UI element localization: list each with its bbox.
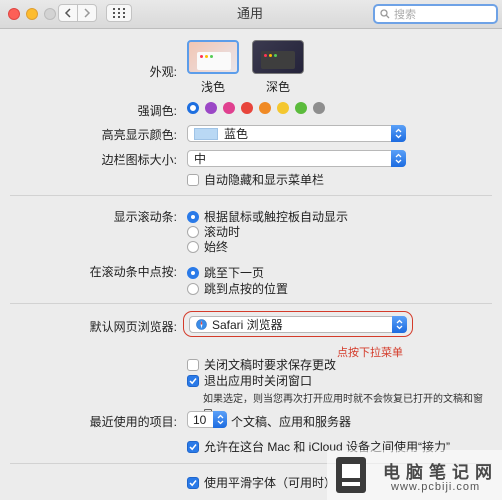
font-smoothing-option[interactable]: 使用平滑字体（可用时）	[187, 474, 336, 491]
default-browser-label: 默认网页浏览器:	[89, 320, 177, 334]
grid-icon	[113, 8, 125, 18]
accent-swatch-purple[interactable]	[205, 102, 217, 114]
accent-swatch-graphite[interactable]	[313, 102, 325, 114]
chevron-right-icon	[84, 8, 91, 18]
watermark-url: www.pcbiji.com	[391, 481, 481, 493]
minimize-window-button[interactable]	[26, 8, 38, 20]
radio-button[interactable]	[187, 266, 199, 279]
title-bar: 通用 搜索	[0, 0, 502, 29]
accent-swatch-green[interactable]	[295, 102, 307, 114]
zoom-window-button[interactable]	[44, 8, 56, 20]
click-scrollbar-spot-label: 跳到点按的位置	[204, 282, 289, 296]
accent-color-row	[187, 102, 325, 114]
watermark: 电脑笔记网 www.pcbiji.com	[327, 450, 502, 500]
accent-label: 强调色:	[137, 104, 177, 118]
chevron-left-icon	[64, 8, 71, 18]
ask-save-changes-label: 关闭文稿时要求保存更改	[204, 358, 337, 372]
click-scrollbar-label: 在滚动条中点按:	[89, 265, 177, 279]
click-scrollbar-next-page-label: 跳至下一页	[204, 266, 265, 280]
light-theme-thumbnail[interactable]	[187, 40, 239, 74]
accent-swatch-yellow[interactable]	[277, 102, 289, 114]
watermark-title: 电脑笔记网	[383, 463, 498, 482]
dark-theme-thumbnail[interactable]	[252, 40, 304, 74]
show-scrollbars-label: 显示滚动条:	[113, 210, 177, 224]
close-windows-option[interactable]: 退出应用时关闭窗口	[187, 372, 312, 389]
popup-arrows-icon	[213, 411, 227, 428]
accent-swatch-orange[interactable]	[259, 102, 271, 114]
search-placeholder: 搜索	[394, 9, 416, 21]
sidebar-icon-size-label: 边栏图标大小:	[101, 153, 177, 167]
highlight-color-swatch	[194, 127, 218, 140]
recent-items-popup[interactable]: 10	[187, 411, 227, 428]
radio-button[interactable]	[187, 282, 199, 295]
close-windows-checkbox[interactable]	[187, 374, 199, 387]
highlight-color-label: 高亮显示颜色:	[101, 128, 177, 142]
search-field[interactable]: 搜索	[373, 4, 498, 24]
window-title: 通用	[236, 6, 263, 21]
accent-swatch-blue[interactable]	[187, 102, 199, 114]
radio-button[interactable]	[187, 210, 199, 223]
auto-hide-menubar-option[interactable]: 自动隐藏和显示菜单栏	[187, 171, 324, 188]
auto-hide-menubar-label: 自动隐藏和显示菜单栏	[204, 173, 325, 187]
radio-button[interactable]	[187, 225, 199, 238]
recent-items-suffix: 个文稿、应用和服务器	[231, 415, 352, 429]
appearance-dark-option[interactable]: 深色	[252, 40, 304, 95]
click-scrollbar-option-spot[interactable]: 跳到点按的位置	[187, 280, 288, 297]
click-scrollbar-option-next-page[interactable]: 跳至下一页	[187, 264, 264, 281]
recent-items-value: 10	[193, 412, 207, 427]
recent-items-label: 最近使用的项目:	[89, 415, 177, 429]
section-divider	[10, 303, 492, 304]
appearance-light-label: 浅色	[200, 80, 225, 94]
ask-save-changes-checkbox[interactable]	[187, 358, 199, 371]
annotation-highlight-box	[183, 311, 413, 337]
scrollbars-option-always-label: 始终	[204, 240, 229, 254]
back-button[interactable]	[58, 4, 78, 22]
search-icon	[380, 9, 390, 19]
appearance-label: 外观:	[149, 65, 177, 79]
close-windows-label: 退出应用时关闭窗口	[204, 374, 313, 388]
radio-button[interactable]	[187, 240, 199, 253]
checkmark-icon	[189, 479, 197, 486]
auto-hide-menubar-checkbox[interactable]	[187, 173, 199, 186]
popup-arrows-icon	[391, 150, 406, 167]
forward-button[interactable]	[77, 4, 97, 22]
appearance-dark-label: 深色	[265, 80, 290, 94]
scrollbars-option-always[interactable]: 始终	[187, 238, 228, 255]
sidebar-icon-size-value: 中	[194, 152, 207, 166]
accent-swatch-pink[interactable]	[223, 102, 235, 114]
show-all-button[interactable]	[106, 4, 132, 22]
close-window-button[interactable]	[8, 8, 20, 20]
watermark-logo-icon	[336, 457, 366, 493]
accent-swatch-red[interactable]	[241, 102, 253, 114]
handoff-checkbox[interactable]	[187, 440, 199, 453]
font-smoothing-label: 使用平滑字体（可用时）	[204, 476, 337, 490]
section-divider	[10, 195, 492, 196]
ask-save-changes-option[interactable]: 关闭文稿时要求保存更改	[187, 356, 336, 373]
checkmark-icon	[189, 443, 197, 450]
highlight-color-popup[interactable]: 蓝色	[187, 125, 406, 142]
popup-arrows-icon	[391, 125, 406, 142]
checkmark-icon	[189, 377, 197, 384]
annotation-text: 点按下拉菜单	[337, 347, 403, 359]
font-smoothing-checkbox[interactable]	[187, 476, 199, 489]
appearance-light-option[interactable]: 浅色	[187, 40, 239, 95]
sidebar-icon-size-popup[interactable]: 中	[187, 150, 406, 167]
highlight-color-value: 蓝色	[224, 127, 249, 141]
